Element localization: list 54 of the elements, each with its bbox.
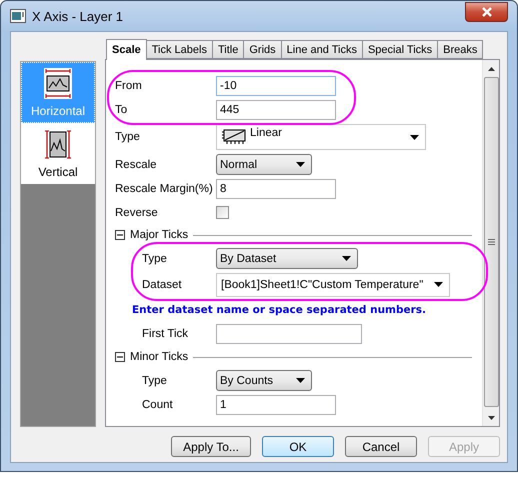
tab[interactable]: Grids [243, 40, 282, 59]
scroll-up-icon[interactable] [488, 66, 494, 70]
linear-scale-icon [221, 127, 247, 147]
tab[interactable]: Tick Labels [146, 40, 213, 59]
combo-box[interactable]: [Book1]Sheet1!C"Custom Temperature" [216, 272, 450, 296]
dropdown-arrow-icon [434, 282, 443, 287]
scroll-down-icon[interactable] [488, 416, 494, 420]
horizontal-axis-icon [44, 68, 72, 98]
section-title: Minor Ticks [130, 351, 188, 363]
field-label: Reverse [115, 206, 159, 218]
field-label: Count [142, 399, 174, 411]
tab[interactable]: Scale [106, 39, 147, 60]
field-label: To [115, 104, 128, 116]
dropdown[interactable]: By Dataset [216, 248, 358, 269]
text-field[interactable]: 1 [216, 395, 336, 415]
field-label: Rescale [115, 158, 158, 170]
vertical-axis-icon [44, 128, 72, 160]
dropdown[interactable]: Normal [216, 154, 312, 175]
dialog-button[interactable]: Apply To... [171, 436, 251, 457]
close-button[interactable] [465, 2, 508, 22]
tab[interactable]: Line and Ticks [280, 40, 363, 59]
combo-box[interactable]: Linear [216, 124, 426, 150]
tab[interactable]: Special Ticks [362, 40, 438, 59]
checkbox[interactable] [216, 206, 229, 219]
tab[interactable]: Title [212, 40, 244, 59]
field-label: Rescale Margin(%) [115, 183, 214, 195]
dialog-button[interactable]: OK [262, 436, 334, 457]
field-label: Type [115, 131, 141, 143]
hint-text: Enter dataset name or space separated numbers. [132, 303, 428, 318]
scroll-thumb[interactable] [484, 77, 498, 407]
dropdown-arrow-icon [342, 256, 351, 261]
collapse-icon[interactable] [115, 230, 125, 240]
dropdown-arrow-icon [296, 162, 305, 167]
field-label: First Tick [142, 328, 189, 340]
field-label: Dataset [142, 278, 183, 290]
window-title: X Axis - Layer 1 [32, 8, 124, 24]
dialog-button[interactable]: Cancel [345, 436, 417, 457]
text-field[interactable]: -10 [216, 76, 336, 96]
dropdown-arrow-icon [410, 134, 419, 140]
scrollbar[interactable] [482, 60, 499, 426]
field-label: From [115, 80, 143, 92]
tab[interactable]: Breaks [437, 40, 484, 59]
collapse-icon[interactable] [115, 352, 125, 362]
field-label: Type [142, 374, 168, 386]
section-title: Major Ticks [130, 229, 188, 241]
text-field[interactable] [216, 324, 362, 344]
dropdown[interactable]: By Counts [216, 370, 312, 391]
text-field[interactable]: 445 [216, 100, 336, 120]
sidebar-item[interactable]: Vertical [21, 123, 95, 184]
window-icon [10, 9, 26, 23]
dropdown-arrow-icon [296, 378, 305, 383]
text-field[interactable]: 8 [216, 179, 336, 199]
close-icon [480, 7, 492, 17]
field-label: Type [142, 252, 168, 264]
